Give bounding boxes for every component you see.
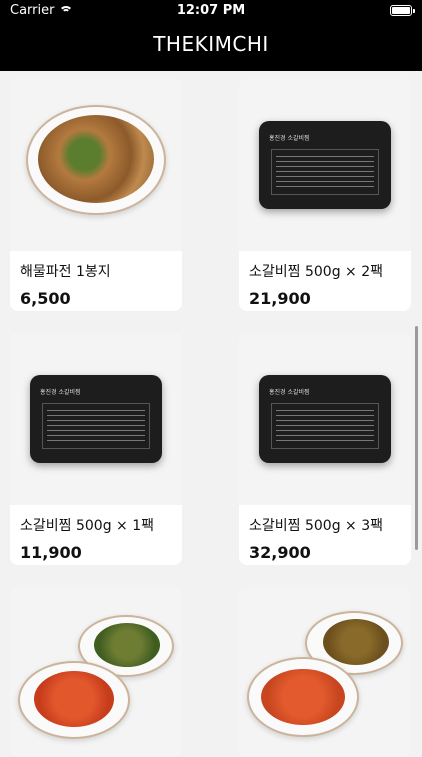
product-price: 32,900 [249,543,311,562]
product-card[interactable]: 해물파전 1봉지 6,500 [10,79,182,311]
pack-label: 홍진경 소갈비찜 [40,389,81,396]
scrollbar[interactable] [415,326,418,550]
product-name: 해물파전 1봉지 [20,264,111,280]
battery-icon [390,5,415,16]
pack-label: 홍진경 소갈비찜 [269,389,310,396]
product-name: 소갈비찜 500g × 2팩 [249,264,383,280]
product-name: 소갈비찜 500g × 3팩 [249,518,383,534]
status-bar: Carrier 12:07 PM [0,0,422,22]
status-time: 12:07 PM [176,3,246,18]
page-title: THEKIMCHI [153,32,269,56]
product-price: 21,900 [249,289,311,308]
product-card[interactable]: 홍진경 소갈비찜 소갈비찜 500g × 2팩 21,900 [239,79,411,311]
product-image [10,79,182,251]
product-card[interactable] [10,587,182,757]
product-card[interactable] [239,587,411,757]
pack-label: 홍진경 소갈비찜 [269,135,310,142]
app-header: Carrier 12:07 PM THEKIMCHI [0,0,422,71]
product-image [10,587,182,757]
product-image: 홍진경 소갈비찜 [239,333,411,505]
product-name: 소갈비찜 500g × 1팩 [20,518,154,534]
product-image: 홍진경 소갈비찜 [10,333,182,505]
product-price: 6,500 [20,289,71,308]
product-card[interactable]: 홍진경 소갈비찜 소갈비찜 500g × 1팩 11,900 [10,333,182,565]
product-image [239,587,411,757]
product-card[interactable]: 홍진경 소갈비찜 소갈비찜 500g × 3팩 32,900 [239,333,411,565]
product-price: 11,900 [20,543,82,562]
product-image: 홍진경 소갈비찜 [239,79,411,251]
